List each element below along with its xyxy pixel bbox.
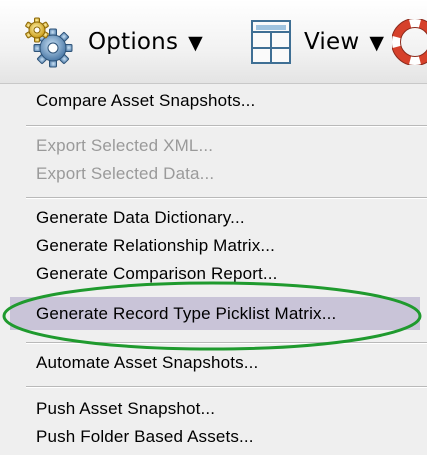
annotation-ellipse	[0, 274, 427, 359]
options-dropdown-menu: Compare Asset Snapshots... Export Select…	[0, 83, 427, 455]
menu-separator	[26, 125, 427, 127]
menu-separator	[26, 197, 427, 199]
menu-item-export-selected-data[interactable]: Export Selected Data...	[36, 163, 214, 185]
options-label: Options	[88, 29, 178, 55]
window-layout-icon	[250, 19, 292, 65]
view-menu-button[interactable]: View ▼	[250, 0, 384, 83]
menu-item-push-folder-based-assets[interactable]: Push Folder Based Assets...	[36, 426, 254, 448]
chevron-down-icon: ▼	[369, 32, 384, 54]
view-label: View	[304, 29, 359, 55]
gears-icon	[22, 15, 76, 69]
help-button[interactable]	[392, 0, 427, 83]
menu-separator	[26, 386, 427, 388]
menu-item-export-selected-xml[interactable]: Export Selected XML...	[36, 135, 213, 157]
chevron-down-icon: ▼	[188, 32, 203, 54]
menu-item-compare-asset-snapshots[interactable]: Compare Asset Snapshots...	[36, 90, 255, 112]
options-menu-button[interactable]: Options ▼	[22, 0, 203, 83]
menu-item-generate-relationship-matrix[interactable]: Generate Relationship Matrix...	[36, 235, 275, 257]
menu-item-generate-data-dictionary[interactable]: Generate Data Dictionary...	[36, 207, 245, 229]
help-lifebuoy-icon	[392, 19, 427, 65]
menu-item-push-asset-snapshot[interactable]: Push Asset Snapshot...	[36, 398, 215, 420]
toolbar: Options ▼ View ▼	[0, 0, 427, 83]
